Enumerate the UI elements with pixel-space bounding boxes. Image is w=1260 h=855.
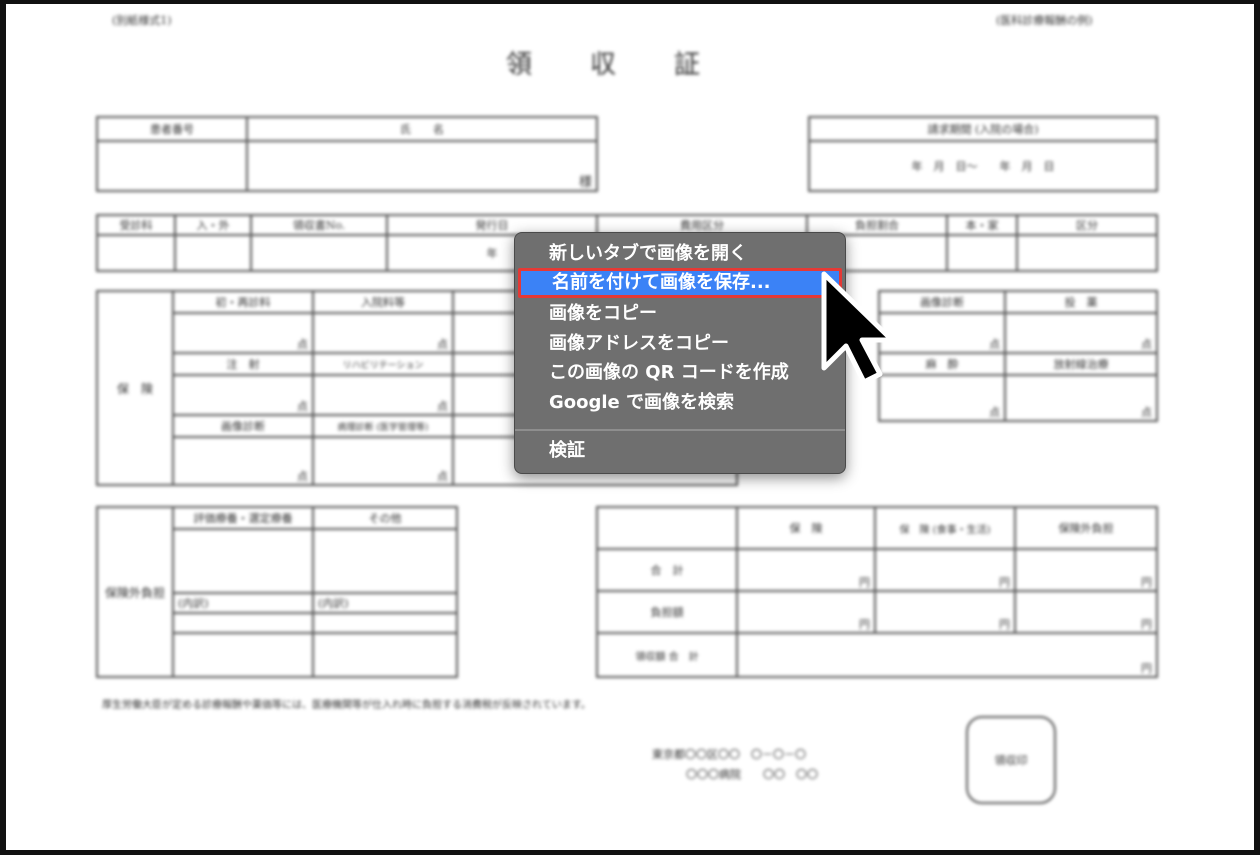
clinic-address: 東京都〇〇区〇〇 〇－〇－〇: [652, 748, 806, 761]
seal-box: 領収印: [966, 716, 1056, 804]
self-pay-table: 保険外負担 評価療養・選定療養 その他 (内訳) (内訳): [96, 506, 458, 678]
totals-unit-7: 円: [736, 632, 1158, 678]
points-label: 保 険: [96, 290, 174, 486]
menu-item-save-image-as[interactable]: 名前を付けて画像を保存...: [518, 268, 842, 298]
totals-unit-4: 円: [736, 590, 876, 634]
points-h1-0: 初・再診料: [172, 290, 314, 314]
points-h3-1: 病理診断 (医学管理等): [312, 414, 454, 438]
points-unit-3: 点: [172, 374, 314, 416]
name-label: 氏 名: [246, 116, 598, 142]
points-h2-1: リハビリテーション: [312, 352, 454, 376]
menu-item-inspect[interactable]: 検証: [515, 436, 845, 466]
points-unit-1: 点: [172, 312, 314, 354]
points-h2-0: 注 射: [172, 352, 314, 376]
info-col-1: 入・外: [174, 214, 252, 236]
menu-item-create-qr-code[interactable]: この画像の QR コードを作成: [515, 358, 845, 388]
totals-unit-5: 円: [874, 590, 1016, 634]
points-right-h-1: 投 薬: [1004, 290, 1158, 314]
points-h3-0: 画像診断: [172, 414, 314, 438]
self-pay-label: 保険外負担: [96, 506, 174, 678]
context-menu: 新しいタブで画像を開く 名前を付けて画像を保存... 画像をコピー 画像アドレス…: [514, 232, 846, 474]
points-right-unit-2: 点: [1004, 312, 1158, 354]
points-h1-1: 入院料等: [312, 290, 454, 314]
points-right-unit-4: 点: [1004, 374, 1158, 422]
totals-unit-2: 円: [874, 548, 1016, 592]
form-label: (別紙様式1): [112, 14, 172, 27]
menu-item-search-google[interactable]: Google で画像を検索: [515, 388, 845, 418]
info-col-7: 区分: [1016, 214, 1158, 236]
info-col-6: 本・家: [946, 214, 1018, 236]
totals-unit-6: 円: [1014, 590, 1158, 634]
menu-item-open-image-new-tab[interactable]: 新しいタブで画像を開く: [515, 239, 845, 269]
period-table: 請求期間 (入院の場合) 年 月 日～ 年 月 日: [808, 116, 1158, 192]
totals-row-1: 負担額: [596, 590, 738, 634]
totals-h-2: 保険外負担: [1014, 506, 1158, 550]
totals-row-0: 合 計: [596, 548, 738, 592]
points-right-h2-1: 放射線治療: [1004, 352, 1158, 376]
org-label: (医科診療報酬の例): [996, 14, 1093, 27]
totals-row-2: 領収額 合 計: [596, 632, 738, 678]
points-unit-5: 点: [172, 436, 314, 486]
screenshot-frame: (別紙様式1) (医科診療報酬の例) 領 収 証 患者番号 氏 名 様 請求期間…: [0, 0, 1260, 855]
self-pay-h-1: その他: [312, 506, 458, 530]
menu-item-copy-image-address[interactable]: 画像アドレスをコピー: [515, 329, 845, 359]
totals-table: 保 険 保 険 (食事・生活) 保険外負担 合 計 円 円 円 負担額 円 円 …: [596, 506, 1158, 678]
self-pay-breakdown-1: (内訳): [312, 592, 458, 614]
period-label: 請求期間 (入院の場合): [808, 116, 1158, 142]
mouse-pointer-icon: [821, 271, 895, 385]
clinic-name: 〇〇〇病院 〇〇 〇〇: [686, 768, 818, 781]
totals-h-0: 保 険: [736, 506, 876, 550]
totals-unit-3: 円: [1014, 548, 1158, 592]
points-unit-6: 点: [312, 436, 454, 486]
period-value: 年 月 日～ 年 月 日: [808, 140, 1158, 192]
page-title: 領 収 証: [506, 50, 703, 80]
patient-id-cell: [96, 140, 248, 192]
honorific: 様: [246, 140, 598, 192]
info-col-0: 受診科: [96, 214, 176, 236]
menu-item-copy-image[interactable]: 画像をコピー: [515, 299, 845, 329]
menu-separator: [515, 429, 845, 431]
self-pay-h-0: 評価療養・選定療養: [172, 506, 314, 530]
self-pay-breakdown-0: (内訳): [172, 592, 314, 614]
info-col-2: 領収書No.: [250, 214, 388, 236]
seal-label: 領収印: [994, 754, 1028, 767]
footnote: 厚生労働大臣が定める診療報酬や薬価等には、医療機関等が仕入れ時に負担する消費税が…: [102, 700, 591, 711]
patient-header-table: 患者番号 氏 名 様: [96, 116, 598, 192]
totals-unit-1: 円: [736, 548, 876, 592]
patient-id-label: 患者番号: [96, 116, 248, 142]
points-right-table: 画像診断 投 薬 点 点 麻 酔 放射線治療 点 点: [877, 290, 1158, 422]
points-unit-4: 点: [312, 374, 454, 416]
points-unit-2: 点: [312, 312, 454, 354]
totals-h-1: 保 険 (食事・生活): [874, 506, 1016, 550]
